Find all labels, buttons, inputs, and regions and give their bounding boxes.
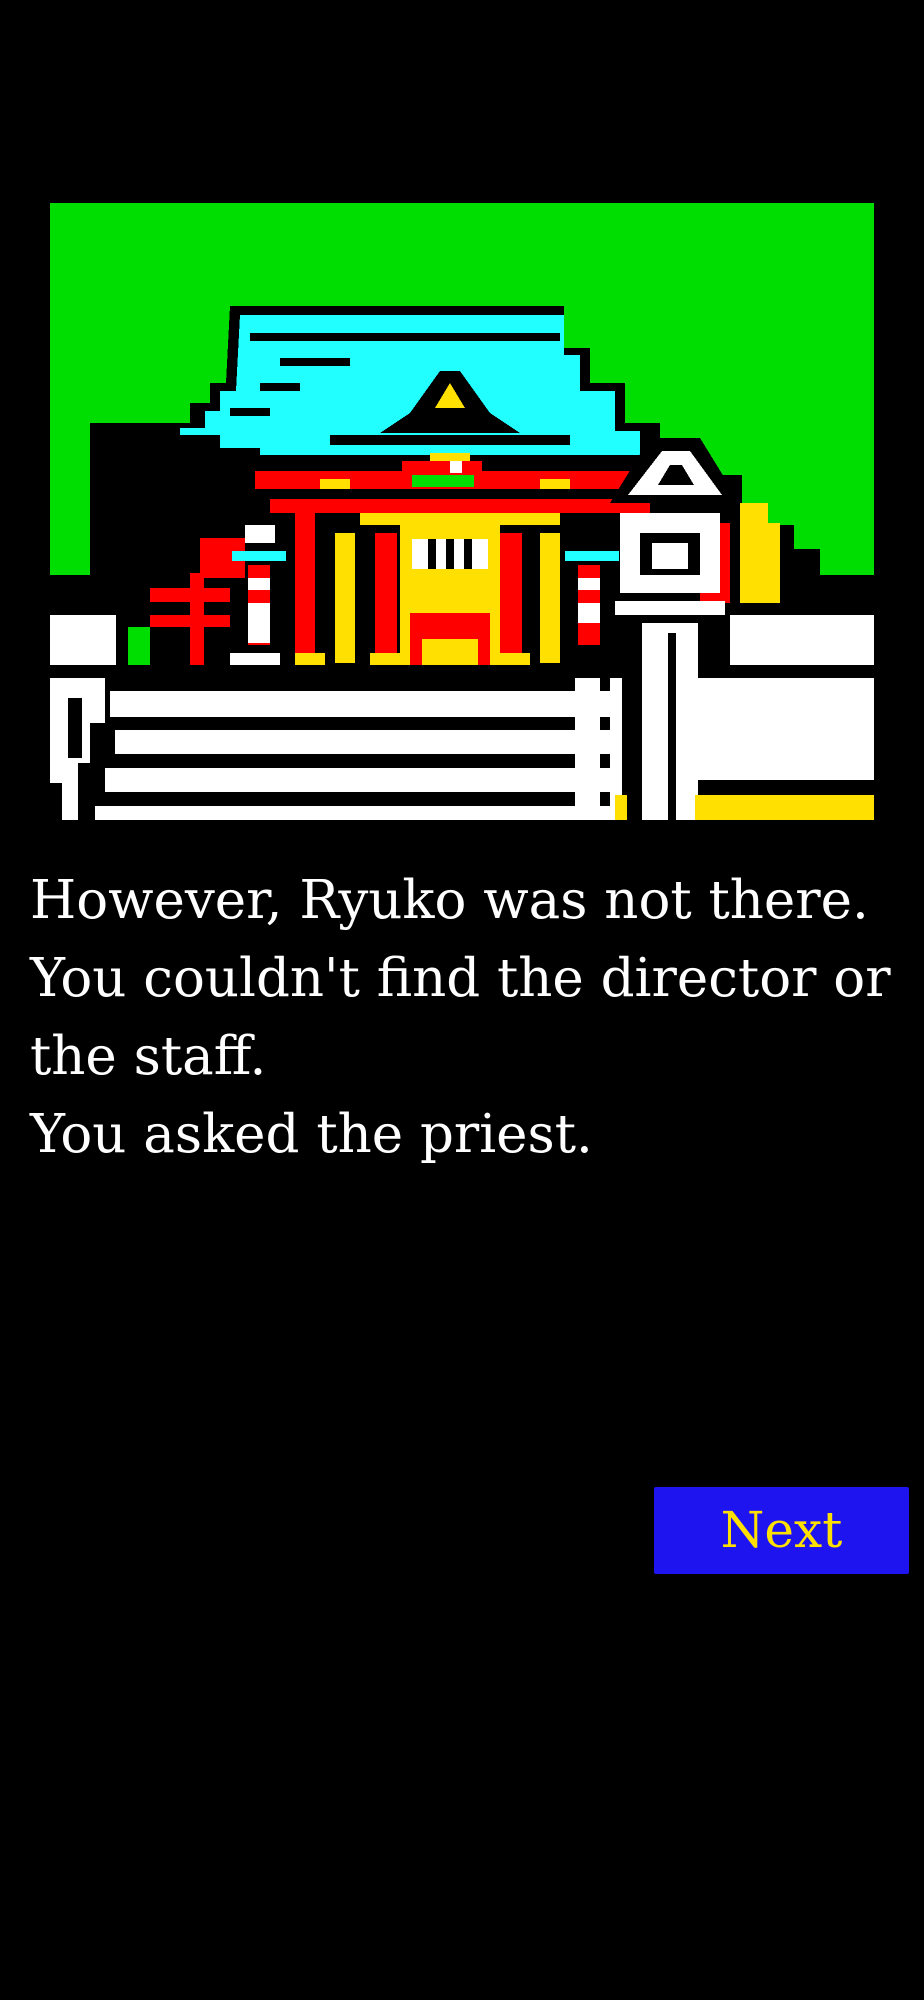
lantern-stripe [578,603,600,623]
wall-lower-right [695,678,874,780]
shrine-beam [270,499,650,513]
torii-post [190,573,204,665]
shrine-crest-white [450,461,462,473]
wall-right [730,615,874,665]
lantern-stripe [248,578,270,590]
shrine-door-step [422,639,478,665]
pillar [540,533,560,663]
pillar [295,513,315,663]
steps-left-dark [68,698,82,758]
window-bar [428,539,436,569]
story-line: You couldn't find the director or [30,948,891,1009]
steps-band [105,768,615,792]
pillar [335,533,355,663]
pillar-base [500,653,530,665]
story-line: the staff. [30,1026,267,1087]
gate-post [575,678,600,820]
lantern-stripe [578,578,600,590]
window-bar [446,539,454,569]
shrine-crest-red [402,461,482,473]
pillar-base [295,653,325,665]
next-button[interactable]: Next [654,1487,909,1574]
steps-band [95,806,615,820]
pillar [375,533,397,663]
stone-lantern-window-inner [652,543,688,569]
wall-yellow-accent [615,795,627,820]
shrine-trim [320,479,350,489]
shrine-trim [540,479,570,489]
steps-band [110,691,615,717]
story-line: You asked the priest. [30,1104,593,1165]
lantern-stripe [248,603,270,643]
torii-grass [128,627,150,665]
wall-left [50,615,116,665]
shrine-trim [360,513,560,525]
lantern-cap [245,525,275,543]
story-line: However, Ryuko was not there. [30,870,869,931]
roof-line [250,333,560,341]
stone-lantern-pillar-line [668,633,676,820]
roof-line [260,383,300,391]
stone-lantern-ledge [615,601,725,615]
lantern-light [232,551,286,561]
pillar-base [370,653,400,665]
roof-line [280,358,350,366]
shrine-scene-image [50,203,874,820]
roof-line [230,408,270,416]
roof-beam [330,435,570,445]
lantern-light [565,551,619,561]
shrine-crest-green [412,475,474,487]
window-bar [464,539,472,569]
story-text: However, Ryuko was not there. You couldn… [30,862,900,1174]
wall-yellow-band [695,795,874,820]
steps-band [115,730,615,754]
lantern-base [230,653,280,665]
pillar [500,533,522,663]
